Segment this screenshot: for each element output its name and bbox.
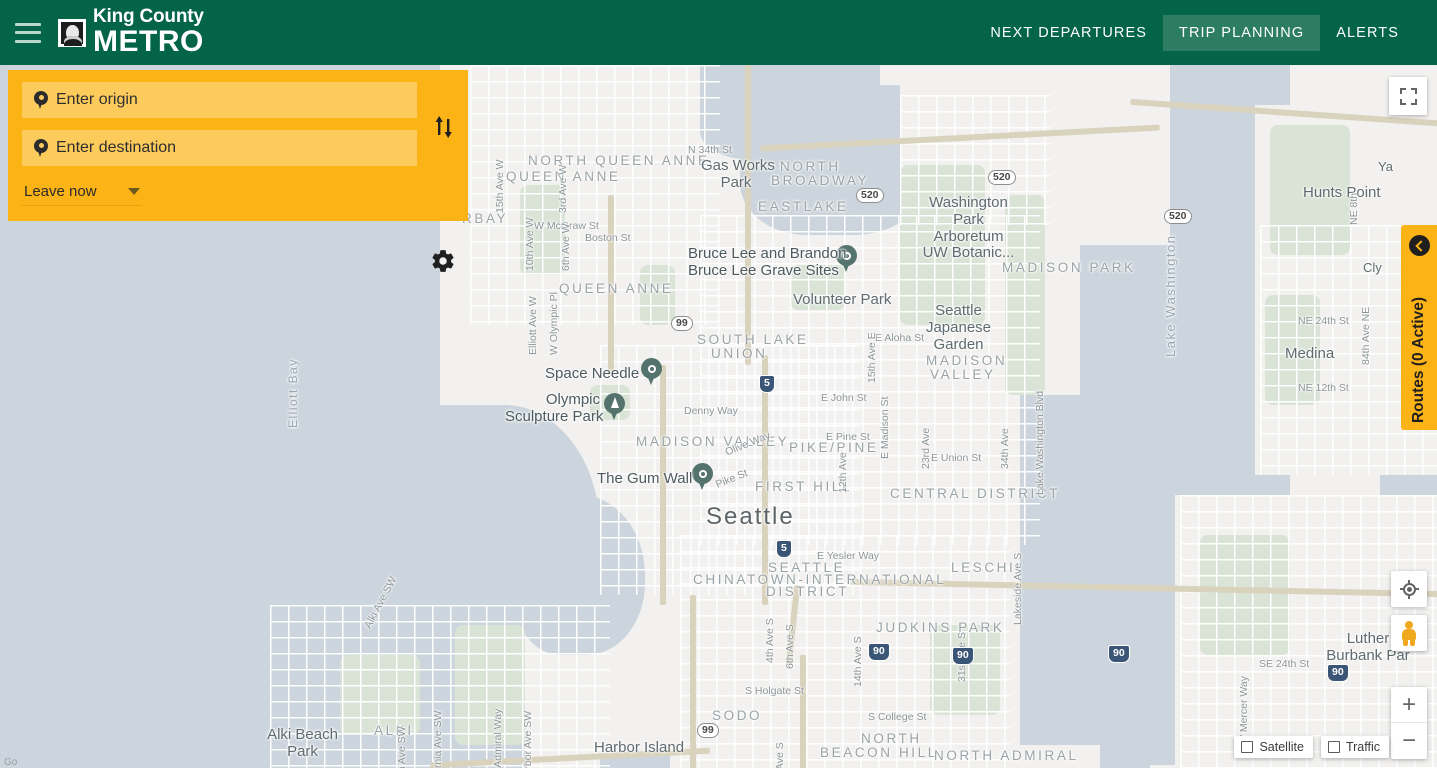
departure-time-row: Leave now <box>22 178 456 206</box>
map-layer-toggles: Satellite Traffic <box>1234 736 1389 758</box>
hamburger-menu-icon[interactable] <box>15 22 41 43</box>
highway-99 <box>660 365 666 605</box>
nav-next-departures[interactable]: NEXT DEPARTURES <box>974 15 1163 51</box>
highway-shield: 520 <box>988 170 1016 185</box>
fullscreen-button[interactable] <box>1389 77 1427 115</box>
destination-field[interactable] <box>22 130 417 166</box>
zoom-controls[interactable]: + − <box>1391 687 1427 759</box>
street-view-pegman-button[interactable] <box>1391 615 1427 651</box>
origin-input[interactable] <box>56 91 386 109</box>
my-location-button[interactable] <box>1391 571 1427 607</box>
highway-shield: 90 <box>1108 645 1130 663</box>
fullscreen-expand-icon <box>1399 87 1417 105</box>
highway-99 <box>608 195 614 375</box>
brand-line-king-county: King County <box>93 5 204 27</box>
king-county-seal-icon <box>58 18 86 47</box>
routes-panel-tab[interactable]: Routes (0 Active) <box>1401 225 1437 430</box>
trip-options-button[interactable] <box>430 248 456 274</box>
swap-vertical-arrows-icon <box>435 116 452 138</box>
checkbox-icon[interactable] <box>1327 741 1340 753</box>
my-location-crosshair-icon <box>1399 579 1419 599</box>
tree-icon <box>610 397 619 408</box>
highway-shield: 520 <box>1164 209 1192 224</box>
map-attribution: Go <box>4 757 18 768</box>
traffic-toggle-label: Traffic <box>1345 740 1380 754</box>
map-pin-icon <box>34 90 48 110</box>
street-grid <box>470 65 720 325</box>
highway-shield: 5 <box>759 375 775 393</box>
street-grid <box>900 95 1050 225</box>
map-poi-pin[interactable] <box>604 393 625 421</box>
nav-trip-planning[interactable]: TRIP PLANNING <box>1163 14 1321 51</box>
map-poi-pin[interactable] <box>641 358 662 386</box>
highway-shield: 5 <box>776 540 792 558</box>
leave-now-select[interactable]: Leave now <box>22 181 142 206</box>
highway-shield: 99 <box>697 723 719 738</box>
camera-icon <box>647 364 656 373</box>
trip-planner-app: Seattle NORTH QUEEN ANNE QUEEN ANNE QUEE… <box>0 0 1437 768</box>
highway-i5 <box>745 65 751 365</box>
traffic-toggle[interactable]: Traffic <box>1320 736 1389 758</box>
brand-line-metro: METRO <box>93 24 204 58</box>
nav-alerts[interactable]: ALERTS <box>1320 15 1415 51</box>
brand-logo[interactable]: King County METRO <box>58 0 204 65</box>
chevron-down-icon <box>128 188 140 195</box>
chevron-left-icon[interactable] <box>1408 235 1430 256</box>
highway-shield: 90 <box>868 643 890 661</box>
origin-field[interactable] <box>22 82 417 118</box>
highway-shield: 90 <box>1327 664 1349 682</box>
highway-shield: 99 <box>671 316 693 331</box>
zoom-out-button[interactable]: − <box>1391 723 1427 759</box>
zoom-in-button[interactable]: + <box>1391 687 1427 723</box>
satellite-toggle-label: Satellite <box>1259 740 1304 754</box>
map-poi-pin[interactable] <box>836 245 857 273</box>
main-nav: NEXT DEPARTURES TRIP PLANNING ALERTS <box>974 0 1437 65</box>
camera-icon <box>698 469 707 478</box>
highway-shield: 520 <box>856 188 884 203</box>
highway-99 <box>690 595 696 768</box>
leave-now-value: Leave now <box>24 183 97 200</box>
destination-input[interactable] <box>56 139 386 157</box>
map-poi-pin[interactable] <box>692 463 713 491</box>
highway-i5 <box>762 355 768 605</box>
street-view-pegman-icon <box>1401 620 1418 646</box>
street-grid <box>270 605 610 768</box>
highway-i5 <box>800 655 806 768</box>
checkbox-icon[interactable] <box>1241 741 1254 753</box>
routes-tab-label: Routes (0 Active) <box>1410 296 1428 424</box>
trip-planner-panel: Leave now <box>8 70 468 272</box>
gear-icon <box>432 250 454 272</box>
highway-shield: 90 <box>952 647 974 665</box>
map-pin-icon <box>34 138 48 158</box>
camera-icon <box>842 251 851 260</box>
swap-origin-destination-button[interactable] <box>430 112 460 142</box>
satellite-toggle[interactable]: Satellite <box>1234 736 1313 758</box>
app-header: King County METRO NEXT DEPARTURES TRIP P… <box>0 0 1437 65</box>
